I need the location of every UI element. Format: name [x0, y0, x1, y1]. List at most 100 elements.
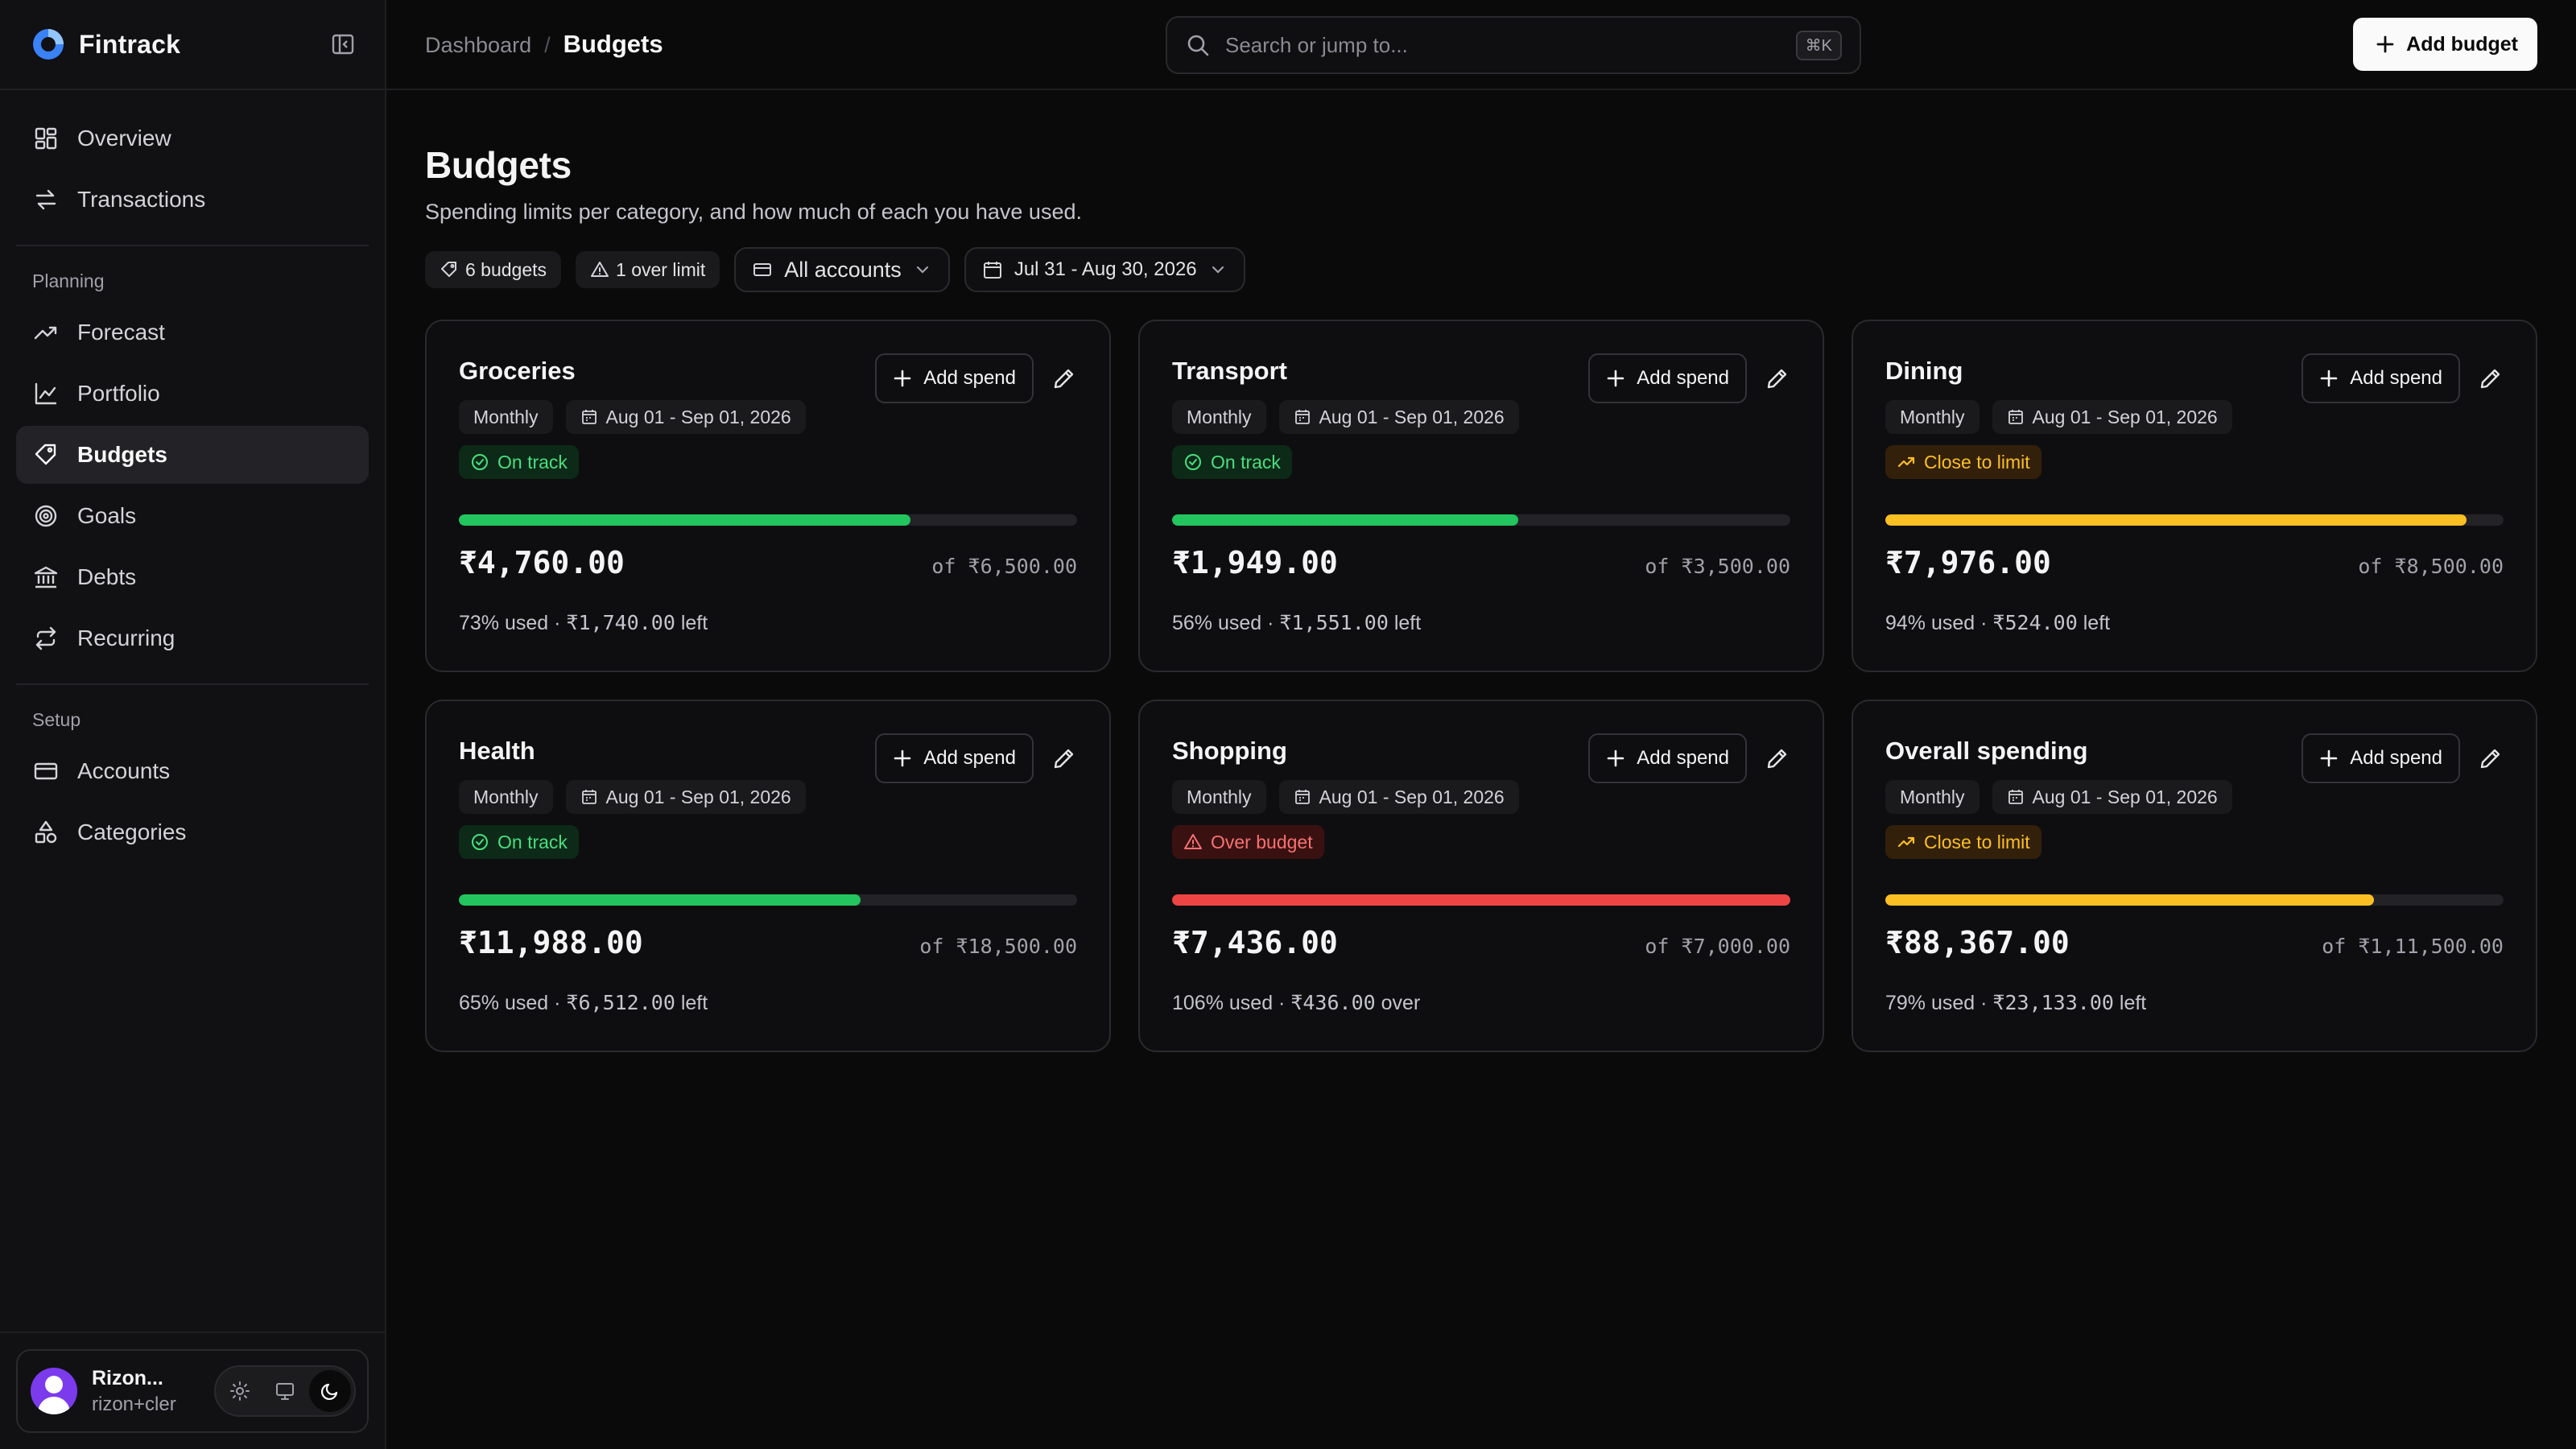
budget-meta: Monthly Aug 01 - Sep 01, 2026 [1885, 400, 2504, 434]
sidebar-item-goals[interactable]: Goals [16, 487, 369, 545]
sidebar-item-label: Accounts [77, 758, 171, 783]
sidebar-item-overview[interactable]: Overview [16, 109, 369, 167]
sidebar-item-budgets[interactable]: Budgets [16, 426, 369, 484]
breadcrumb: Dashboard / Budgets [425, 30, 663, 59]
usage-summary: 73% used · ₹1,740.00 left [459, 611, 708, 635]
date-range-value: Jul 31 - Aug 30, 2026 [1013, 258, 1197, 280]
sidebar-item-transactions[interactable]: Transactions [16, 171, 369, 229]
spent-amount: ₹88,367.00 [1885, 925, 2070, 960]
spent-amount: ₹1,949.00 [1172, 545, 1338, 580]
moon-icon [321, 1383, 338, 1400]
usage-percent: 56% used [1172, 612, 1262, 634]
theme-dark-button[interactable] [309, 1370, 351, 1412]
sidebar-item-categories[interactable]: Categories [16, 803, 369, 861]
remaining-amount: ₹1,551.00 [1279, 611, 1389, 634]
shapes-icon [35, 820, 57, 844]
date-range-select[interactable]: Jul 31 - Aug 30, 2026 [964, 247, 1245, 292]
sidebar-collapse-icon[interactable] [330, 31, 356, 57]
budget-card-dining: Dining Add spend Monthly Aug 01 - Sep 01… [1852, 320, 2537, 672]
status-badge: On track [459, 445, 579, 479]
section-label-planning: Planning [32, 270, 105, 291]
add-spend-button[interactable]: Add spend [2301, 353, 2460, 403]
sidebar-item-label: Budgets [77, 442, 167, 467]
spent-amount: ₹7,976.00 [1885, 545, 2051, 580]
range-text: Aug 01 - Sep 01, 2026 [605, 786, 791, 807]
add-spend-button[interactable]: Add spend [875, 353, 1034, 403]
sidebar-item-forecast[interactable]: Forecast [16, 303, 369, 361]
progress-bar [1885, 894, 2504, 906]
edit-budget-button[interactable] [2478, 365, 2504, 391]
calendar-icon [1294, 790, 1310, 804]
spent-amount: ₹4,760.00 [459, 545, 625, 580]
range-text: Aug 01 - Sep 01, 2026 [2032, 786, 2218, 807]
divider [16, 683, 369, 685]
status-badge: On track [459, 825, 579, 859]
theme-system-button[interactable] [264, 1370, 306, 1412]
add-spend-button[interactable]: Add spend [1588, 733, 1747, 783]
edit-budget-button[interactable] [1051, 745, 1077, 771]
sidebar-item-portfolio[interactable]: Portfolio [16, 365, 369, 423]
edit-budget-button[interactable] [1765, 365, 1790, 391]
sidebar-item-debts[interactable]: Debts [16, 548, 369, 606]
add-spend-button[interactable]: Add spend [875, 733, 1034, 783]
user-card[interactable]: Rizon... rizon+cler [16, 1349, 369, 1433]
add-spend-button[interactable]: Add spend [2301, 733, 2460, 783]
usage-summary: 65% used · ₹6,512.00 left [459, 991, 708, 1015]
theme-light-button[interactable] [219, 1370, 261, 1412]
spent-amount: ₹7,436.00 [1172, 925, 1338, 960]
period-text: Monthly [1187, 786, 1252, 807]
period-badge: Monthly [1885, 400, 1979, 434]
budget-meta: Monthly Aug 01 - Sep 01, 2026 [459, 780, 1077, 814]
budget-card-overall-spending: Overall spending Add spend Monthly Aug 0… [1852, 700, 2537, 1052]
add-spend-label: Add spend [1637, 367, 1729, 389]
calendar-icon [581, 790, 597, 804]
status-text: On track [497, 831, 568, 852]
progress-fill [1885, 514, 2467, 526]
sun-icon [230, 1381, 250, 1401]
sidebar-item-recurring[interactable]: Recurring [16, 609, 369, 667]
remaining-suffix: left [2083, 612, 2111, 634]
calendar-icon [1294, 410, 1310, 424]
user-info: Rizon... rizon+cler [92, 1367, 188, 1416]
progress-fill [1885, 894, 2374, 906]
edit-budget-button[interactable] [1051, 365, 1077, 391]
budget-count-text: 6 budgets [465, 258, 547, 280]
progress-bar [459, 514, 1077, 526]
search-box[interactable]: ⌘K [1166, 16, 1861, 74]
remaining-suffix: left [2119, 992, 2147, 1014]
edit-budget-button[interactable] [1765, 745, 1790, 771]
calendar-icon [2008, 790, 2023, 804]
breadcrumb-current: Budgets [563, 30, 663, 58]
range-badge: Aug 01 - Sep 01, 2026 [565, 400, 806, 434]
amount-row: ₹7,436.00 of ₹7,000.00 [1172, 925, 1790, 960]
sidebar-item-label: Transactions [77, 187, 206, 212]
range-badge: Aug 01 - Sep 01, 2026 [565, 780, 806, 814]
breadcrumb-dashboard[interactable]: Dashboard [425, 33, 531, 58]
trending-up-icon [1897, 456, 1915, 468]
remaining-amount: ₹23,133.00 [1992, 991, 2114, 1014]
add-budget-button[interactable]: Add budget [2353, 18, 2537, 71]
check-circle-icon [472, 834, 488, 850]
progress-bar [459, 894, 1077, 906]
sidebar-item-label: Goals [77, 503, 137, 528]
range-badge: Aug 01 - Sep 01, 2026 [1992, 780, 2232, 814]
sidebar-nav: Overview Transactions Planning Forecast … [0, 90, 385, 884]
account-filter-select[interactable]: All accounts [734, 247, 950, 292]
period-badge: Monthly [1172, 780, 1266, 814]
plus-icon [1607, 369, 1624, 387]
add-spend-button[interactable]: Add spend [1588, 353, 1747, 403]
search-input[interactable] [1225, 32, 1796, 58]
progress-fill [1172, 894, 1790, 906]
budget-meta: Monthly Aug 01 - Sep 01, 2026 [1172, 780, 1790, 814]
edit-budget-button[interactable] [2478, 745, 2504, 771]
search-shortcut: ⌘K [1795, 30, 1842, 60]
sidebar-item-accounts[interactable]: Accounts [16, 742, 369, 800]
period-text: Monthly [1900, 406, 1965, 427]
pencil-icon [1767, 369, 1787, 389]
status-icon [1183, 452, 1211, 472]
warning-icon [1184, 834, 1202, 849]
period-badge: Monthly [1885, 780, 1979, 814]
status-icon [1183, 832, 1211, 852]
budget-meta: Monthly Aug 01 - Sep 01, 2026 [1885, 780, 2504, 814]
progress-bar [1885, 514, 2504, 526]
